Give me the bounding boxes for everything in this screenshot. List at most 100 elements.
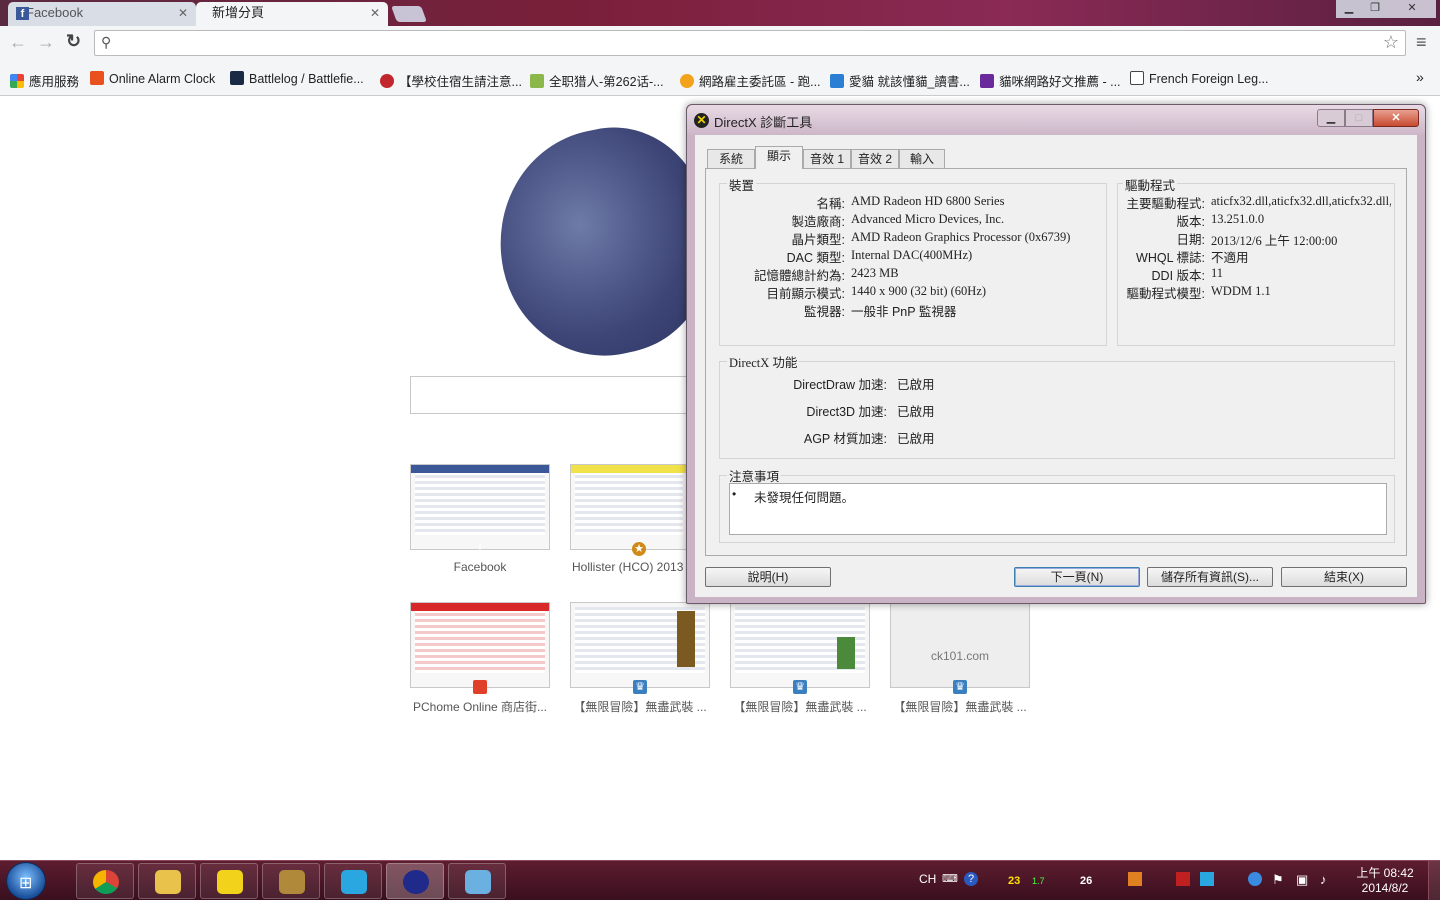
tab-sound-2[interactable]: 音效 2	[851, 149, 899, 168]
taskbar-dxdiag[interactable]	[386, 863, 444, 899]
tray-icon[interactable]	[1128, 872, 1142, 886]
close-icon[interactable]: ✕	[1388, 0, 1436, 18]
device-value: 2423 MB	[851, 266, 899, 280]
language-indicator[interactable]: CH	[919, 872, 936, 886]
most-visited-tile[interactable]	[570, 464, 688, 550]
forward-icon[interactable]: →	[37, 32, 55, 53]
taskbar-lol[interactable]	[262, 863, 320, 899]
tray-icon[interactable]	[1176, 872, 1190, 886]
maximize-icon[interactable]: ❐	[1362, 0, 1388, 18]
most-visited-tile[interactable]	[570, 602, 710, 688]
tray-icon[interactable]	[1248, 872, 1262, 886]
bookmark-item[interactable]: 愛貓 就該懂貓_讀書...	[830, 71, 970, 90]
folder-icon	[155, 870, 181, 894]
start-button[interactable]: ⊞	[6, 862, 46, 900]
directx-icon	[403, 870, 429, 894]
bookmark-item[interactable]: 全职猎人-第262话-...	[530, 71, 664, 90]
most-visited-tile[interactable]	[410, 464, 550, 550]
bookmark-item[interactable]: Battlelog / Battlefie...	[230, 71, 364, 86]
taskbar-chrome[interactable]	[76, 863, 134, 899]
bookmark-item[interactable]: Online Alarm Clock	[90, 71, 215, 86]
keyboard-icon[interactable]: ⌨	[942, 872, 958, 885]
tab-facebook[interactable]: f Facebook ✕	[8, 2, 196, 26]
device-value: AMD Radeon Graphics Processor (0x6739)	[851, 230, 1071, 244]
driver-value: 不適用	[1211, 251, 1249, 265]
close-icon[interactable]: ✕	[1373, 109, 1419, 127]
show-desktop-button[interactable]	[1428, 861, 1440, 900]
paint-icon	[465, 870, 491, 894]
device-value: 一般非 PnP 監視器	[851, 305, 957, 319]
notes-textbox[interactable]: • 未發現任何問題。	[729, 483, 1387, 535]
usage-readout: 1.7	[1032, 876, 1045, 886]
bookmark-item[interactable]: 貓咪網路好文推薦 - ...	[980, 71, 1121, 90]
menu-icon[interactable]: ≡	[1416, 32, 1427, 53]
star-icon[interactable]: ☆	[1383, 32, 1399, 53]
volume-icon[interactable]: ♪	[1320, 872, 1327, 887]
title-bar[interactable]: ✕ DirectX 診斷工具 ▁ □ ✕	[687, 105, 1425, 135]
next-page-button[interactable]: 下一頁(N)	[1014, 567, 1140, 587]
window-title: DirectX 診斷工具	[714, 115, 813, 130]
network-icon[interactable]: ▣	[1296, 872, 1308, 888]
taskbar-explorer[interactable]	[138, 863, 196, 899]
facebook-icon: f	[16, 7, 29, 20]
ladybug-icon	[380, 74, 394, 88]
cpu-temp-readout: 23	[1008, 875, 1021, 887]
bookmark-apps[interactable]: 應用服務	[10, 71, 79, 90]
app-icon	[341, 870, 367, 894]
exit-button[interactable]: 結束(X)	[1281, 567, 1407, 587]
tab-input[interactable]: 輸入	[899, 149, 945, 168]
search-input[interactable]	[410, 376, 690, 414]
tile-caption[interactable]: PChome Online 商店街...	[410, 698, 550, 715]
help-button[interactable]: 說明(H)	[705, 567, 831, 587]
minimize-icon[interactable]: ▁	[1336, 0, 1362, 18]
help-icon[interactable]: ?	[964, 872, 978, 886]
taskbar-kik[interactable]	[324, 863, 382, 899]
back-icon[interactable]: ←	[9, 32, 27, 53]
driver-value: 13.251.0.0	[1211, 212, 1265, 226]
tile-caption[interactable]: 【無限冒險】無盡武裝 ...	[890, 698, 1030, 715]
chrome-icon	[93, 870, 119, 894]
taskbar-paint[interactable]	[448, 863, 506, 899]
clock-date[interactable]: 2014/8/2	[1352, 881, 1418, 895]
maximize-icon: □	[1345, 109, 1373, 127]
most-visited-tile[interactable]	[410, 602, 550, 688]
game-icon	[279, 870, 305, 894]
app-icon	[217, 870, 243, 894]
tile-caption[interactable]: 【無限冒險】無盡武裝 ...	[730, 698, 870, 715]
flag-icon[interactable]: ⚑	[1272, 872, 1284, 888]
tile-caption[interactable]: Hollister (HCO) 2013	[570, 560, 688, 574]
feature-value: 已啟用	[897, 432, 935, 446]
tab-system[interactable]: 系統	[707, 149, 755, 168]
bookmarks-overflow-icon[interactable]: »	[1416, 69, 1424, 85]
driver-label: WHQL 標誌:	[1136, 251, 1205, 265]
feature-label: DirectDraw 加速:	[793, 378, 887, 392]
tile-caption[interactable]: 【無限冒險】無盡武裝 ...	[570, 698, 710, 715]
close-icon[interactable]: ✕	[370, 2, 380, 24]
omnibox[interactable]: ⚲ ☆	[94, 30, 1406, 56]
tab-display[interactable]: 顯示	[755, 146, 803, 169]
clock-time[interactable]: 上午 08:42	[1352, 864, 1418, 881]
minimize-icon[interactable]: ▁	[1317, 109, 1345, 127]
bookmark-item[interactable]: French Foreign Leg...	[1130, 71, 1269, 86]
site-icon	[680, 74, 694, 88]
tab-sound-1[interactable]: 音效 1	[803, 149, 851, 168]
driver-label: 版本:	[1176, 215, 1205, 229]
taskbar-app[interactable]	[200, 863, 258, 899]
site-icon	[530, 74, 544, 88]
tile-caption[interactable]: Facebook	[410, 560, 550, 574]
bookmark-item[interactable]: 網路雇主委託區 - 跑...	[680, 71, 821, 90]
tab-newtab[interactable]: 新增分頁 ✕	[196, 2, 388, 26]
new-tab-button[interactable]	[391, 6, 427, 22]
save-all-info-button[interactable]: 儲存所有資訊(S)...	[1147, 567, 1273, 587]
device-label: 名稱:	[816, 197, 845, 211]
bookmark-item[interactable]: 【學校住宿生請注意...	[380, 71, 522, 90]
most-visited-tile[interactable]: ck101.com	[890, 602, 1030, 688]
yahoo-icon	[980, 74, 994, 88]
feature-value: 已啟用	[897, 405, 935, 419]
directx-icon: ✕	[694, 113, 709, 128]
feature-label: AGP 材質加速:	[803, 432, 887, 446]
most-visited-tile[interactable]	[730, 602, 870, 688]
tray-icon[interactable]	[1200, 872, 1214, 886]
close-icon[interactable]: ✕	[178, 2, 188, 24]
reload-icon[interactable]: ↻	[66, 31, 81, 52]
